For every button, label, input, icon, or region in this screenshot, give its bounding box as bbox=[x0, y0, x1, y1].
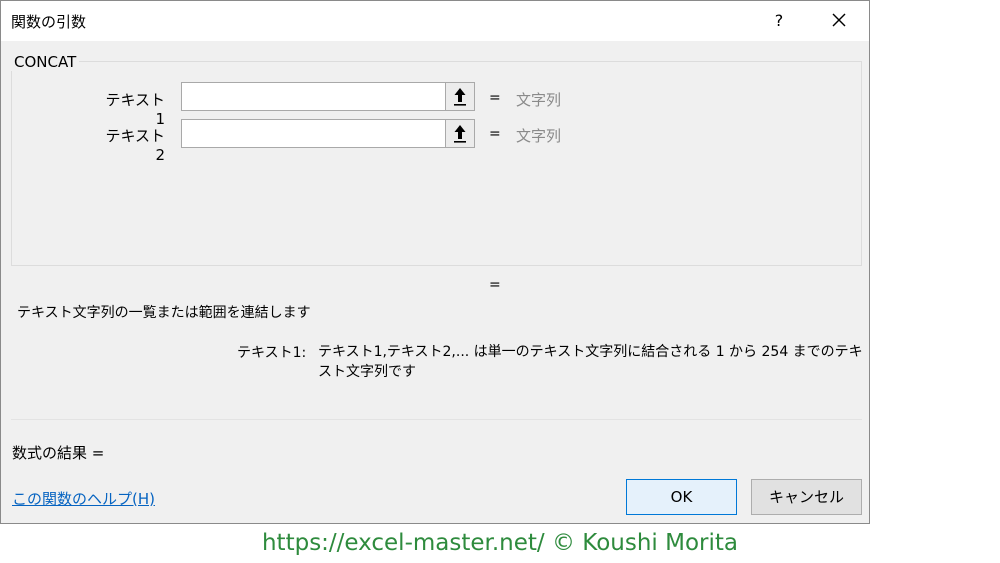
title-bar: 関数の引数 ? bbox=[1, 1, 869, 41]
ok-button[interactable]: OK bbox=[626, 479, 737, 515]
function-arguments-dialog: 関数の引数 ? CONCAT テキスト1 = 文字列 テキスト2 = 文字列 =… bbox=[0, 0, 870, 524]
arg1-collapse-button[interactable] bbox=[445, 82, 475, 111]
separator bbox=[11, 419, 862, 420]
arg2-label: テキスト2 bbox=[105, 127, 165, 164]
arg1-equals: = bbox=[489, 90, 501, 106]
close-button[interactable] bbox=[826, 9, 852, 33]
argument-description-label: テキスト1: bbox=[237, 345, 307, 361]
function-description: テキスト文字列の一覧または範囲を連結します bbox=[17, 305, 311, 321]
arg1-type-hint: 文字列 bbox=[516, 91, 562, 109]
arg2-collapse-button[interactable] bbox=[445, 119, 475, 148]
arg2-input[interactable] bbox=[181, 119, 446, 148]
help-link[interactable]: この関数のヘルプ(H) bbox=[12, 488, 155, 509]
close-icon bbox=[832, 13, 846, 27]
dialog-title: 関数の引数 bbox=[11, 13, 87, 31]
arg2-type-hint: 文字列 bbox=[516, 127, 562, 145]
argument-description-text: テキスト1,テキスト2,... は単一のテキスト文字列に結合される 1 から 2… bbox=[318, 344, 863, 380]
formula-result: 数式の結果 = bbox=[12, 444, 105, 462]
arrow-up-icon bbox=[454, 125, 466, 143]
function-name-label: CONCAT bbox=[11, 53, 80, 71]
help-button[interactable]: ? bbox=[767, 9, 791, 33]
arg2-equals: = bbox=[489, 126, 501, 142]
cancel-button[interactable]: キャンセル bbox=[751, 479, 862, 515]
function-result-equals: = bbox=[489, 277, 501, 293]
arg1-label: テキスト1 bbox=[105, 91, 165, 128]
arrow-up-icon bbox=[454, 88, 466, 106]
watermark-text: https://excel-master.net/ © Koushi Morit… bbox=[261, 530, 739, 556]
arg1-input[interactable] bbox=[181, 82, 446, 111]
